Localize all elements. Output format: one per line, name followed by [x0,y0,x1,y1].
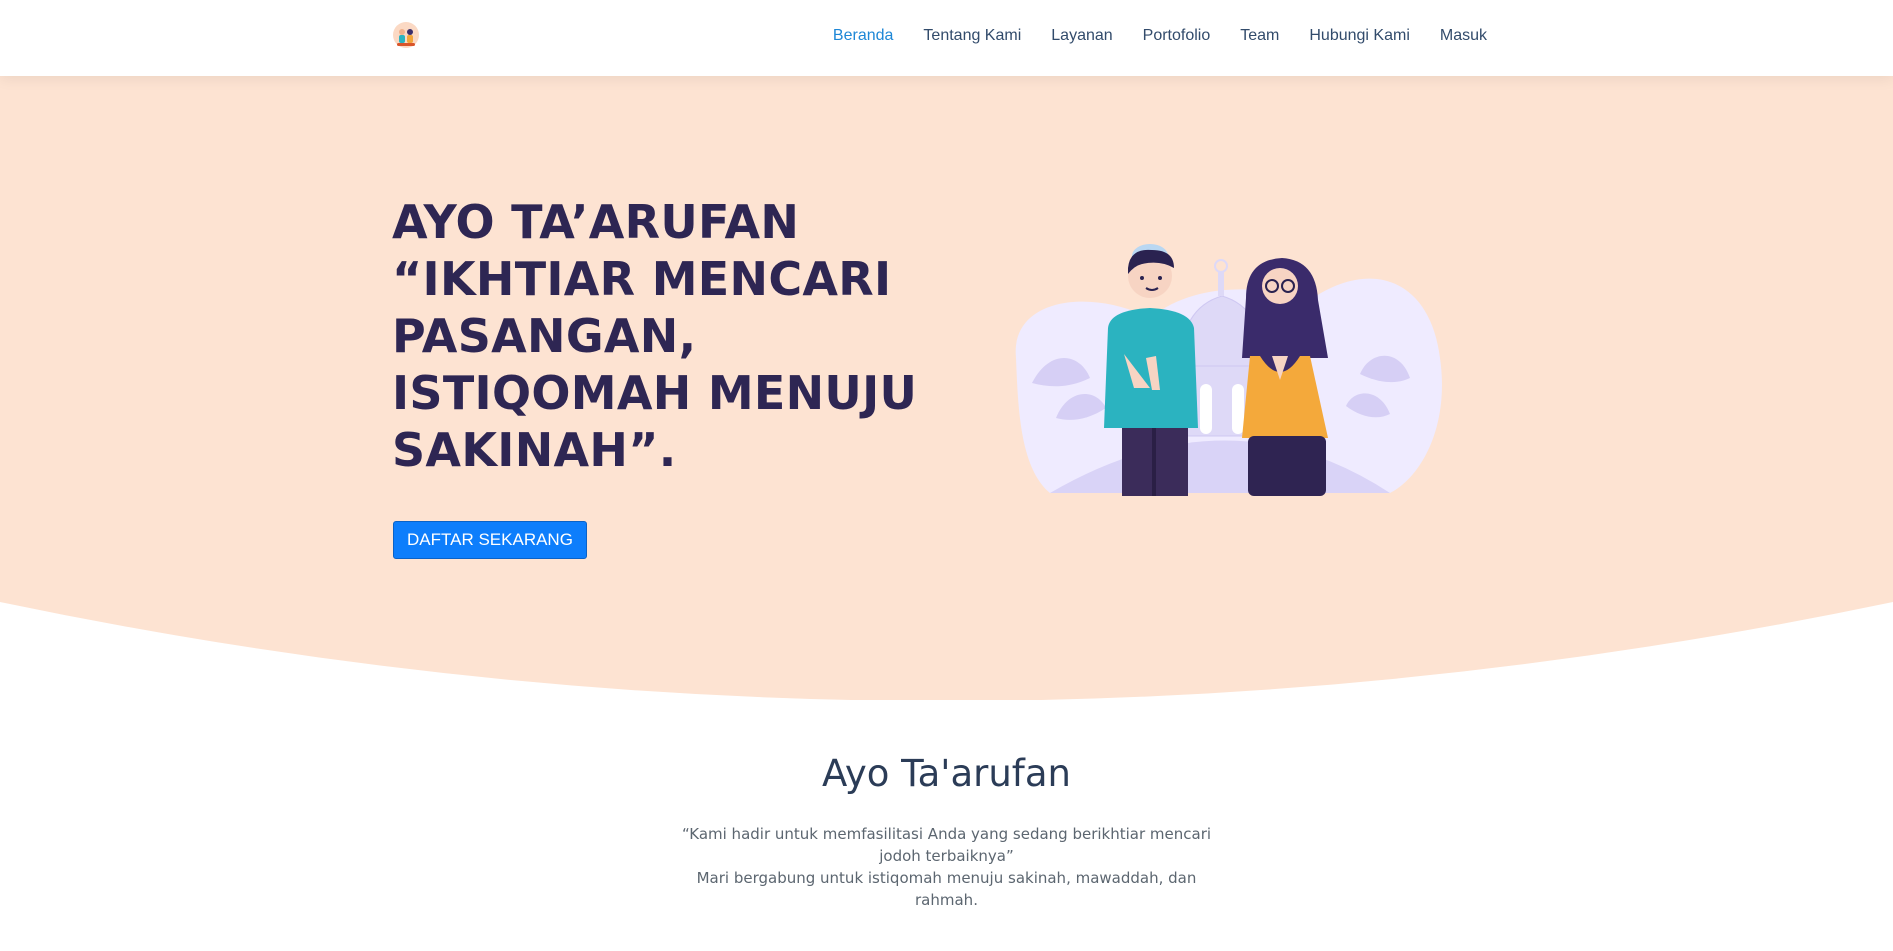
nav-item-tentang-kami[interactable]: Tentang Kami [908,27,1036,45]
muslim-couple-mosque-illustration [1015,244,1442,496]
nav-item-layanan[interactable]: Layanan [1036,27,1127,45]
hero-title-line: PASANGAN, [392,309,697,363]
nav-item-beranda[interactable]: Beranda [818,27,909,45]
hero-title-line: ISTIQOMAH MENUJU [392,366,918,420]
hero-title-line: SAKINAH”. [392,423,677,477]
hero-title: AYO TA’ARUFAN “IKHTIAR MENCARI PASANGAN,… [392,194,952,479]
section-title: Ayo Ta'arufan [822,752,1071,795]
section-text-line: “Kami hadir untuk memfasilitasi Anda yan… [681,825,1212,865]
nav-item-masuk[interactable]: Masuk [1425,27,1487,45]
nav-item-hubungi-kami[interactable]: Hubungi Kami [1294,27,1425,45]
section-text-line: Mari bergabung untuk istiqomah menuju sa… [696,869,1197,909]
navbar: Beranda Tentang Kami Layanan Portofolio … [0,0,1893,76]
hero-title-line: “IKHTIAR MENCARI [392,252,892,306]
nav-item-team[interactable]: Team [1225,27,1294,45]
couple-logo-icon[interactable] [392,21,420,49]
daftar-sekarang-button[interactable]: DAFTAR SEKARANG [393,521,587,559]
hero-title-line: AYO TA’ARUFAN [392,195,800,249]
nav-item-portofolio[interactable]: Portofolio [1128,27,1226,45]
main-nav: Beranda Tentang Kami Layanan Portofolio … [818,0,1487,72]
section-description: “Kami hadir untuk memfasilitasi Anda yan… [676,823,1217,911]
